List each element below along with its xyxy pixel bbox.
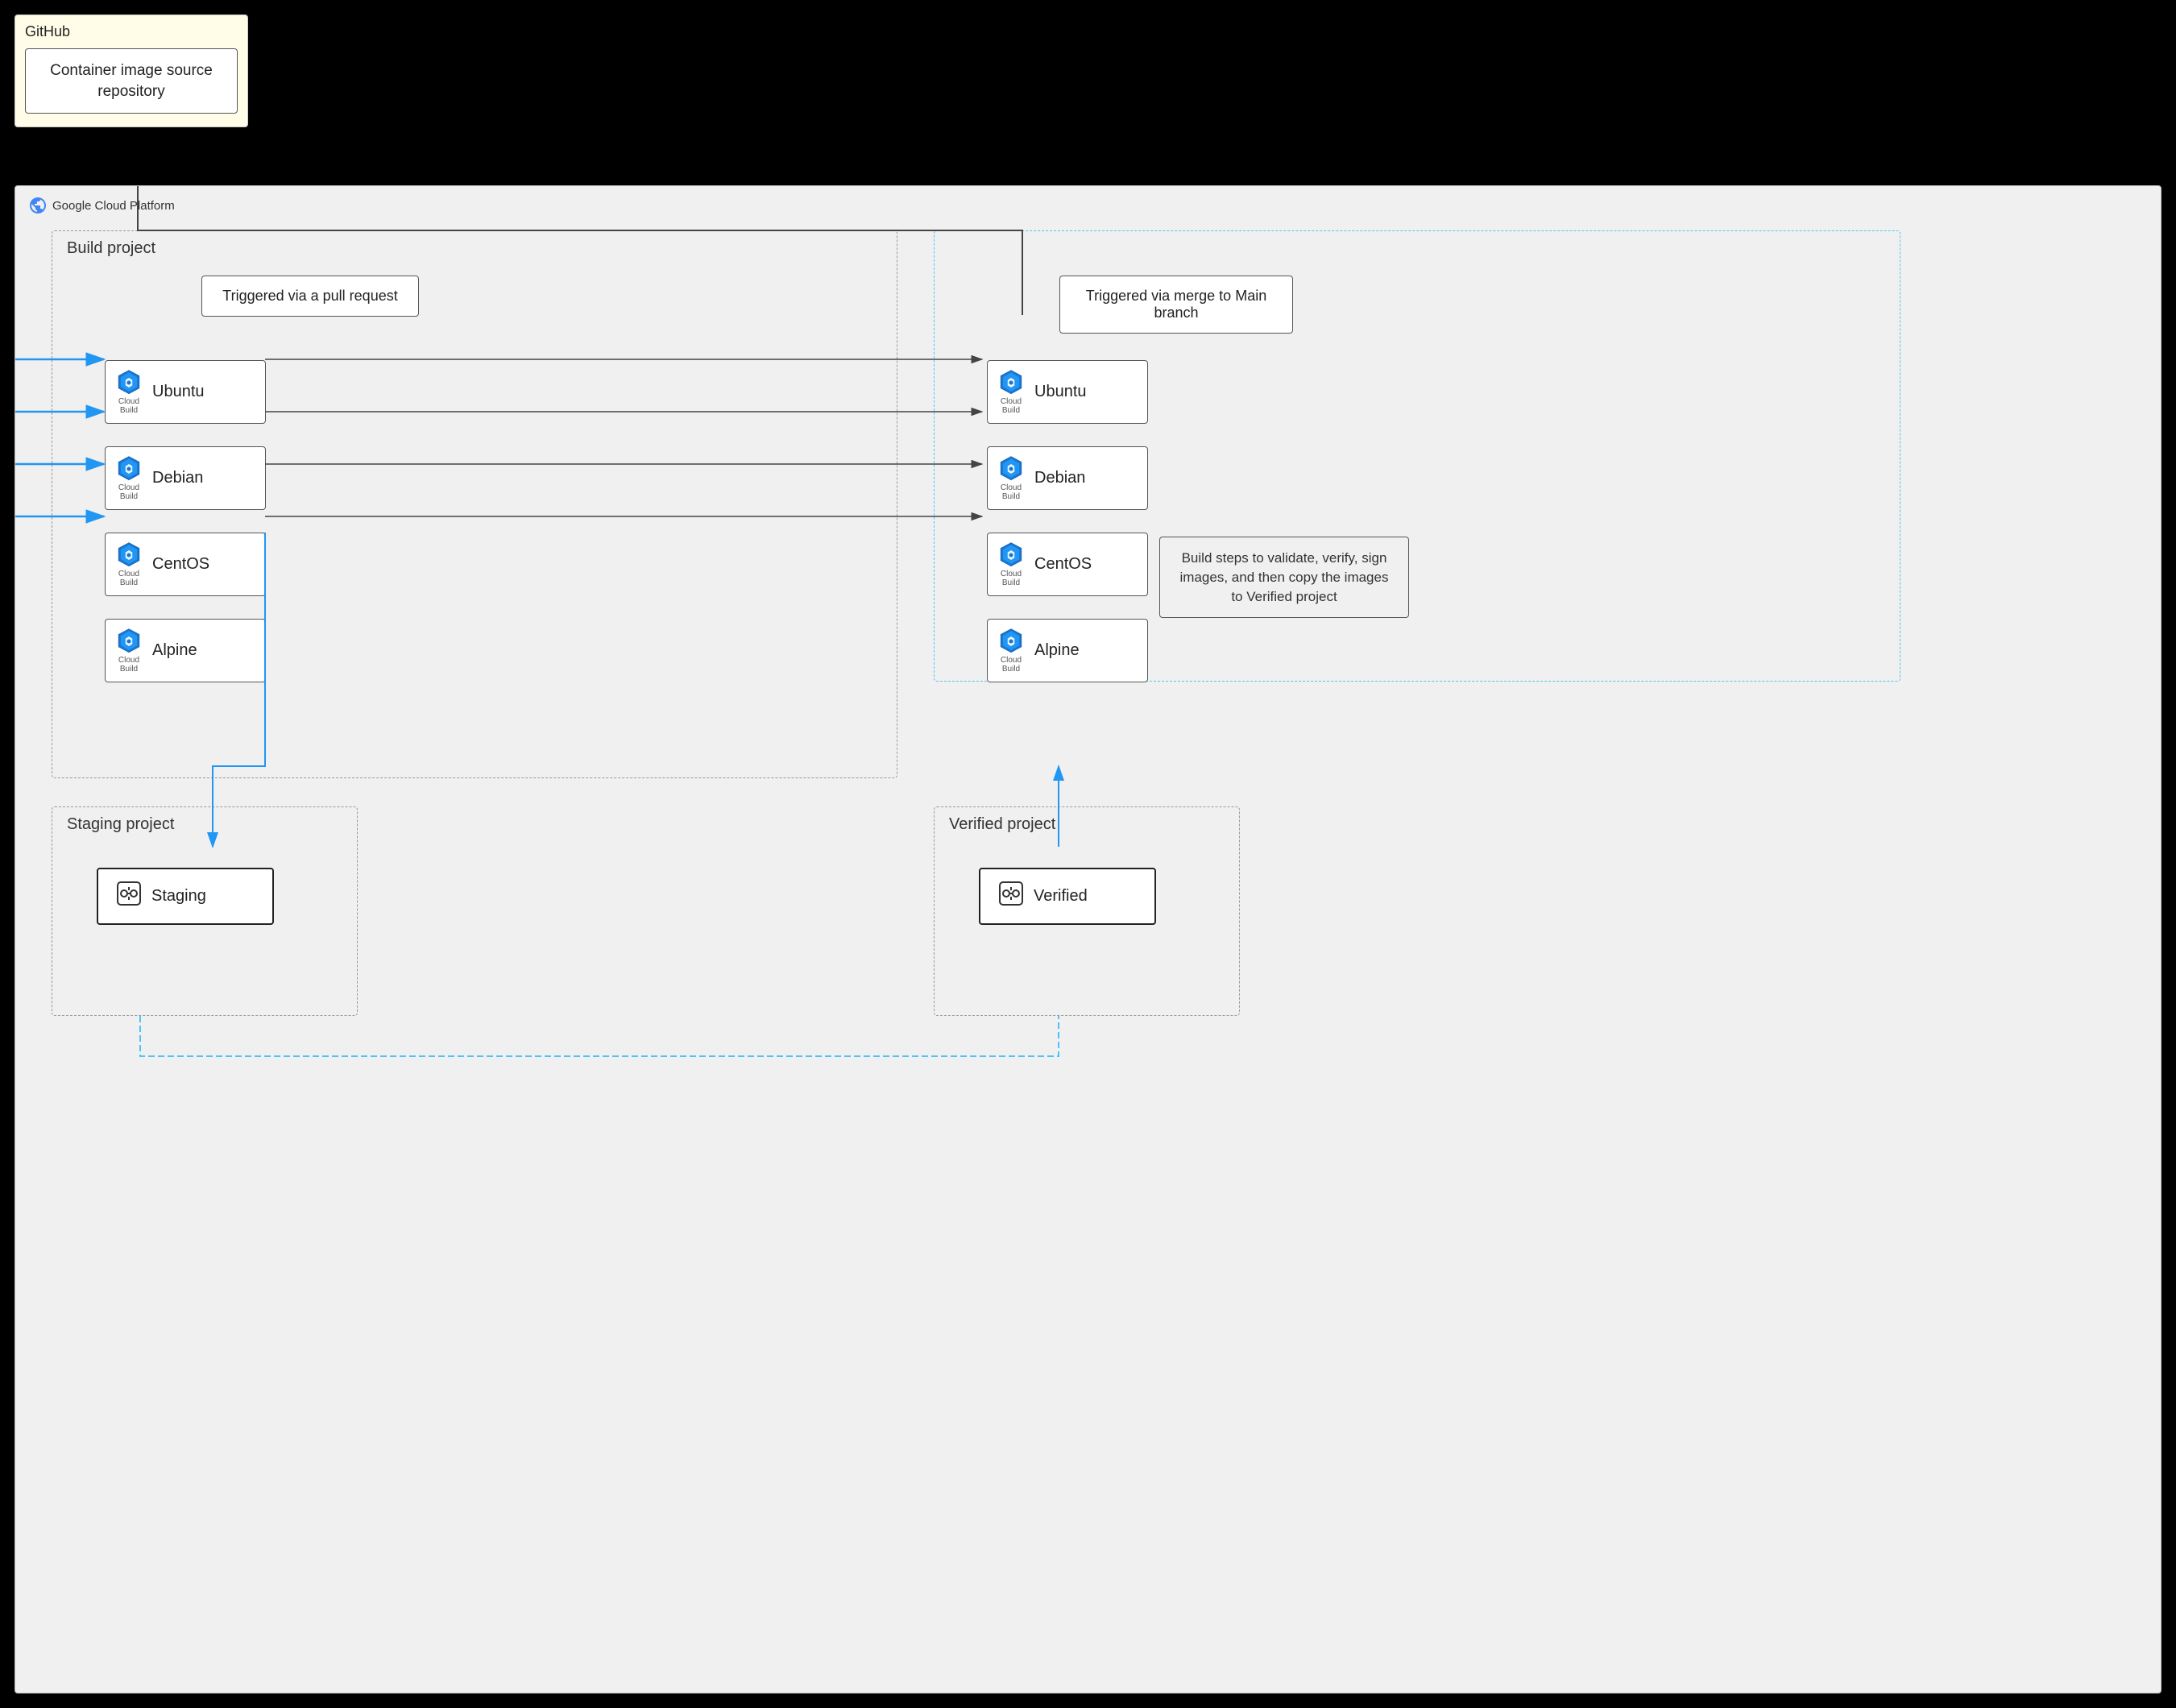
staging-project: Staging project Staging bbox=[52, 806, 358, 1016]
cloud-build-svg-2 bbox=[115, 455, 143, 483]
gcp-label: Google Cloud Platform bbox=[52, 199, 175, 213]
container-image-box: Container image sourcerepository bbox=[25, 48, 238, 114]
build-name-centos-right: CentOS bbox=[1034, 555, 1092, 574]
build-name-alpine-left: Alpine bbox=[152, 641, 197, 660]
build-name-debian-right: Debian bbox=[1034, 469, 1085, 487]
build-item-debian-left: CloudBuild Debian bbox=[105, 446, 266, 510]
staging-name: Staging bbox=[151, 887, 206, 906]
cloud-build-svg-3 bbox=[115, 541, 143, 569]
build-steps-box: Build steps to validate, verify, sign im… bbox=[1159, 537, 1409, 618]
verified-project-label: Verified project bbox=[949, 815, 1055, 834]
build-name-debian-left: Debian bbox=[152, 469, 203, 487]
artifact-svg-verified bbox=[998, 881, 1024, 906]
cloud-build-icon: CloudBuild bbox=[115, 369, 143, 415]
build-item-ubuntu-right: CloudBuild Ubuntu bbox=[987, 360, 1148, 424]
gcp-logo-icon bbox=[28, 196, 48, 215]
cloud-build-icon-3: CloudBuild bbox=[115, 541, 143, 587]
github-label: GitHub bbox=[25, 23, 238, 40]
artifact-svg bbox=[116, 881, 142, 906]
build-item-alpine-right: CloudBuild Alpine bbox=[987, 619, 1148, 682]
cloud-build-svg-4 bbox=[115, 628, 143, 655]
build-item-alpine-left: CloudBuild Alpine bbox=[105, 619, 266, 682]
cloud-build-icon-r1: CloudBuild bbox=[997, 369, 1025, 415]
connector-staging-verified-bottom bbox=[140, 1016, 1059, 1056]
build-project-label: Build project bbox=[67, 239, 155, 258]
staging-project-label: Staging project bbox=[67, 815, 174, 834]
verified-project: Verified project Verified bbox=[934, 806, 1240, 1016]
build-item-centos-right: CloudBuild CentOS bbox=[987, 533, 1148, 596]
build-project: Build project Triggered via a pull reque… bbox=[52, 230, 897, 778]
cloud-build-label: CloudBuild bbox=[118, 397, 139, 415]
cloud-build-label-r1: CloudBuild bbox=[1001, 397, 1022, 415]
container-image-text: Container image sourcerepository bbox=[50, 62, 213, 100]
gcp-area: Google Cloud Platform Build project Trig… bbox=[15, 185, 2161, 1693]
cloud-build-svg-r2 bbox=[997, 455, 1025, 483]
cloud-build-icon-r2: CloudBuild bbox=[997, 455, 1025, 501]
trigger-merge-text: Triggered via merge to Mainbranch bbox=[1086, 288, 1266, 321]
cloud-build-label-r4: CloudBuild bbox=[1001, 656, 1022, 674]
build-name-centos-left: CentOS bbox=[152, 555, 209, 574]
cloud-build-icon-4: CloudBuild bbox=[115, 628, 143, 674]
trigger-pull-request-text: Triggered via a pull request bbox=[222, 288, 397, 304]
trigger-merge-section: Triggered via merge to Mainbranch CloudB… bbox=[934, 230, 1900, 682]
cloud-build-icon-r3: CloudBuild bbox=[997, 541, 1025, 587]
cloud-build-label-r2: CloudBuild bbox=[1001, 483, 1022, 501]
cloud-build-label-3: CloudBuild bbox=[118, 570, 139, 587]
cloud-build-label-4: CloudBuild bbox=[118, 656, 139, 674]
build-item-ubuntu-left: CloudBuild Ubuntu bbox=[105, 360, 266, 424]
github-section: GitHub Container image sourcerepository bbox=[15, 15, 248, 127]
build-item-debian-right: CloudBuild Debian bbox=[987, 446, 1148, 510]
cloud-build-svg bbox=[115, 369, 143, 396]
artifact-registry-icon bbox=[116, 881, 142, 912]
gcp-logo: Google Cloud Platform bbox=[28, 196, 175, 215]
cloud-build-label-2: CloudBuild bbox=[118, 483, 139, 501]
cloud-build-icon-2: CloudBuild bbox=[115, 455, 143, 501]
left-builds: CloudBuild Ubuntu CloudBuild Debian bbox=[105, 360, 266, 682]
build-name-alpine-right: Alpine bbox=[1034, 641, 1080, 660]
verified-item: Verified bbox=[979, 868, 1156, 925]
verified-name: Verified bbox=[1034, 887, 1088, 906]
trigger-merge-box: Triggered via merge to Mainbranch bbox=[1059, 276, 1293, 334]
cloud-build-label-r3: CloudBuild bbox=[1001, 570, 1022, 587]
build-name-ubuntu-left: Ubuntu bbox=[152, 383, 205, 401]
trigger-pull-request-box: Triggered via a pull request bbox=[201, 276, 419, 317]
build-item-centos-left: CloudBuild CentOS bbox=[105, 533, 266, 596]
cloud-build-icon-r4: CloudBuild bbox=[997, 628, 1025, 674]
right-builds: CloudBuild Ubuntu CloudBuild Debian bbox=[987, 360, 1148, 682]
cloud-build-svg-r4 bbox=[997, 628, 1025, 655]
build-name-ubuntu-right: Ubuntu bbox=[1034, 383, 1087, 401]
artifact-registry-icon-verified bbox=[998, 881, 1024, 912]
cloud-build-svg-r1 bbox=[997, 369, 1025, 396]
cloud-build-svg-r3 bbox=[997, 541, 1025, 569]
build-steps-text: Build steps to validate, verify, sign im… bbox=[1180, 550, 1389, 604]
staging-item: Staging bbox=[97, 868, 274, 925]
